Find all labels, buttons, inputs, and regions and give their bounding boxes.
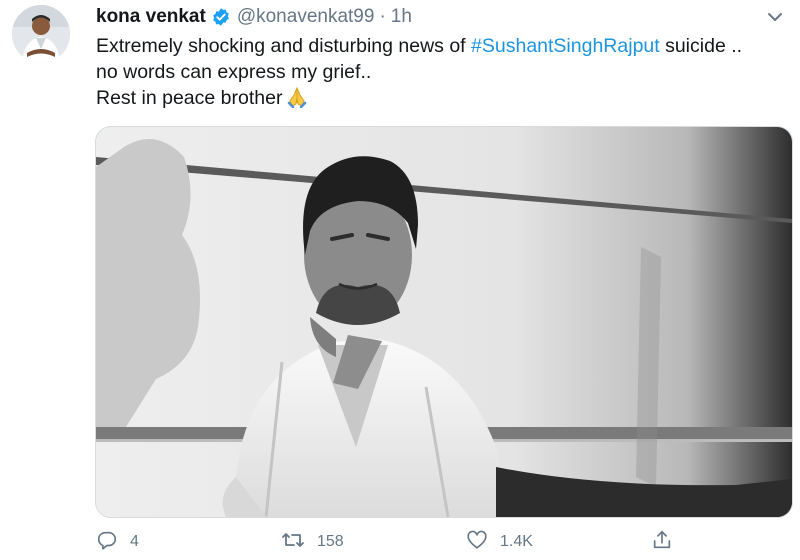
folded-hands-emoji xyxy=(286,86,308,115)
like-button[interactable]: 1.4K xyxy=(466,529,651,556)
tweet-header: kona venkat @konavenkat99 · 1h xyxy=(96,4,412,30)
reply-count: 4 xyxy=(130,533,139,550)
reply-icon xyxy=(96,529,118,556)
reply-button[interactable]: 4 xyxy=(96,529,281,556)
author-handle[interactable]: @konavenkat99 xyxy=(237,6,375,28)
verified-badge-icon xyxy=(211,7,231,27)
heart-icon xyxy=(466,529,488,556)
hashtag-link[interactable]: #SushantSinghRajput xyxy=(471,35,660,57)
chevron-down-icon[interactable] xyxy=(764,8,786,26)
like-count: 1.4K xyxy=(500,533,533,550)
author-avatar[interactable] xyxy=(12,5,70,63)
tweet-actions: 4 158 1.4K xyxy=(96,526,786,558)
tweet-text-part: Rest in peace brother xyxy=(96,87,283,109)
retweet-count: 158 xyxy=(317,533,344,550)
retweet-button[interactable]: 158 xyxy=(281,529,466,556)
author-name[interactable]: kona venkat xyxy=(96,6,206,28)
tweet-text-line-3: Rest in peace brother xyxy=(96,85,786,115)
tweet-text-line-1: Extremely shocking and disturbing news o… xyxy=(96,33,786,59)
tweet-text-line-2: no words can express my grief.. xyxy=(96,61,372,83)
tweet-text-part: Extremely shocking and disturbing news o… xyxy=(96,35,472,57)
tweet-text-part: suicide .. xyxy=(659,35,743,57)
tweet-photo[interactable] xyxy=(95,126,793,518)
tweet-timestamp[interactable]: 1h xyxy=(391,6,412,28)
separator-dot: · xyxy=(379,6,386,27)
tweet-text: Extremely shocking and disturbing news o… xyxy=(96,33,786,115)
share-button[interactable] xyxy=(651,529,673,556)
retweet-icon xyxy=(281,529,305,556)
share-icon xyxy=(651,529,673,556)
